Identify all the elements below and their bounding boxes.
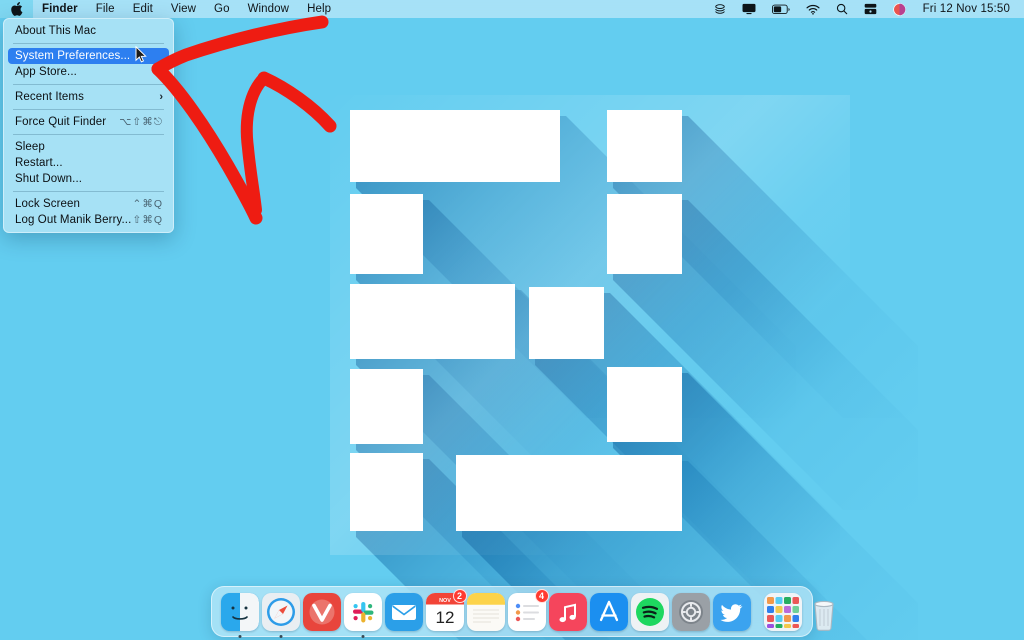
apple-menu-item-label: Restart...: [15, 157, 63, 169]
menu-bar-item-view[interactable]: View: [162, 0, 205, 18]
svg-text:NOV: NOV: [439, 598, 451, 604]
wallpaper-block: [456, 455, 682, 531]
app-store-icon: [589, 592, 628, 631]
wallpaper-block: [607, 110, 682, 182]
notes-icon: [466, 592, 505, 631]
vivaldi-icon: [302, 592, 341, 631]
control-center-icon[interactable]: [886, 0, 913, 18]
chevron-right-icon: ›: [159, 91, 163, 103]
menu-bar-item-go[interactable]: Go: [205, 0, 239, 18]
apple-logo-icon[interactable]: [0, 0, 33, 18]
apple-menu-separator: [13, 134, 164, 135]
menu-bar-item-edit[interactable]: Edit: [124, 0, 162, 18]
wallpaper-block: [529, 287, 604, 359]
dock-item-twitter[interactable]: [712, 591, 751, 632]
dock-running-indicator: [361, 635, 364, 638]
apple-menu-item-recent-items[interactable]: Recent Items ›: [4, 89, 173, 105]
apple-menu-item-label: Shut Down...: [15, 173, 83, 185]
menu-bar-left: Finder File Edit View Go Window Help: [0, 0, 340, 18]
menu-bar-item-help[interactable]: Help: [298, 0, 340, 18]
menu-bar-status-area: Fri 12 Nov 15:50: [707, 0, 1024, 18]
dock-item-finder[interactable]: [220, 591, 259, 638]
dock-item-notes[interactable]: [466, 591, 505, 632]
trash-icon: [805, 593, 843, 631]
time-machine-icon[interactable]: [857, 0, 884, 18]
mail-icon: [384, 592, 423, 631]
wallpaper-artwork: [330, 95, 918, 640]
dock-running-indicator: [279, 635, 282, 638]
dock-item-trash[interactable]: [805, 591, 843, 632]
menu-bar[interactable]: Finder File Edit View Go Window Help Fri…: [0, 0, 1024, 18]
dock-badge: 2: [452, 589, 467, 603]
dock-item-system-preferences[interactable]: [671, 591, 710, 632]
menu-bar-item-finder[interactable]: Finder: [33, 0, 87, 18]
spotlight-search-icon[interactable]: [829, 0, 855, 18]
menu-bar-item-file[interactable]: File: [87, 0, 124, 18]
apple-menu-item-shortcut: ⇧⌘Q: [132, 214, 163, 226]
spotify-icon: [630, 592, 669, 631]
wallpaper-block: [607, 194, 682, 274]
finder-icon: [220, 592, 259, 631]
screen-mirroring-icon[interactable]: [735, 0, 763, 18]
dock-item-calendar[interactable]: NOV 12 2: [425, 589, 467, 632]
apple-menu-item-shut-down[interactable]: Shut Down...: [4, 171, 173, 187]
wallpaper-block: [350, 369, 423, 444]
dock-item-slack[interactable]: [343, 591, 382, 638]
apple-menu-item-label: Sleep: [15, 141, 45, 153]
slack-icon: [343, 592, 382, 631]
dock-item-applications[interactable]: [763, 591, 802, 632]
dock-item-reminders[interactable]: 4: [507, 589, 549, 632]
apple-menu-separator: [13, 43, 164, 44]
apple-menu-item-lock-screen[interactable]: Lock Screen ⌃⌘Q: [4, 196, 173, 212]
apple-menu-item-restart[interactable]: Restart...: [4, 155, 173, 171]
system-preferences-icon: [671, 592, 710, 631]
wifi-icon[interactable]: [799, 0, 827, 18]
dock-item-app-store[interactable]: [589, 591, 628, 632]
dock-item-safari[interactable]: [261, 591, 300, 638]
dock-running-indicator: [238, 635, 241, 638]
apple-menu-item-label: App Store...: [15, 66, 77, 78]
dock-item-mail[interactable]: [384, 591, 423, 632]
apple-menu-item-label: Force Quit Finder: [15, 116, 107, 128]
twitter-icon: [712, 592, 751, 631]
safari-icon: [261, 592, 300, 631]
wallpaper-block: [350, 453, 423, 531]
menu-bar-item-window[interactable]: Window: [239, 0, 299, 18]
wallpaper-block: [607, 367, 682, 442]
apple-menu-item-label: System Preferences...: [15, 50, 131, 62]
wallpaper-block: [350, 284, 515, 359]
apple-menu-item-force-quit-finder[interactable]: Force Quit Finder ⌥⇧⌘⎋: [4, 114, 173, 130]
mouse-cursor: [135, 45, 147, 63]
apple-menu-item-app-store[interactable]: App Store...: [4, 64, 173, 80]
music-icon: [548, 592, 587, 631]
wallpaper-block: [350, 194, 423, 274]
dock-item-vivaldi[interactable]: [302, 591, 341, 632]
dock-item-spotify[interactable]: [630, 591, 669, 632]
dropbox-icon[interactable]: [707, 0, 733, 18]
apple-menu-item-label: About This Mac: [15, 25, 97, 37]
apple-menu-item-sleep[interactable]: Sleep: [4, 139, 173, 155]
apple-menu-item-label: Log Out Manik Berry...: [15, 214, 132, 226]
svg-text:12: 12: [435, 608, 454, 627]
apple-menu-item-label: Recent Items: [15, 91, 84, 103]
apple-menu-dropdown[interactable]: About This Mac System Preferences... App S…: [3, 18, 174, 233]
apple-menu-separator: [13, 109, 164, 110]
dock-badge: 4: [534, 589, 549, 603]
battery-icon[interactable]: [765, 0, 797, 18]
apple-menu-separator: [13, 191, 164, 192]
apple-menu-item-shortcut: ⌃⌘Q: [132, 198, 163, 210]
apple-menu-item-label: Lock Screen: [15, 198, 81, 210]
applications-stack-icon: [763, 592, 802, 631]
apple-menu-item-shortcut: ⌥⇧⌘⎋: [119, 115, 163, 128]
apple-menu-item-about-this-mac[interactable]: About This Mac: [4, 23, 173, 39]
wallpaper-block: [350, 110, 560, 182]
dock-item-music[interactable]: [548, 591, 587, 632]
dock[interactable]: NOV 12 2 4: [211, 586, 834, 638]
menu-bar-clock[interactable]: Fri 12 Nov 15:50: [915, 0, 1016, 18]
apple-menu-item-log-out-manik-berry[interactable]: Log Out Manik Berry... ⇧⌘Q: [4, 212, 173, 228]
apple-menu-separator: [13, 84, 164, 85]
